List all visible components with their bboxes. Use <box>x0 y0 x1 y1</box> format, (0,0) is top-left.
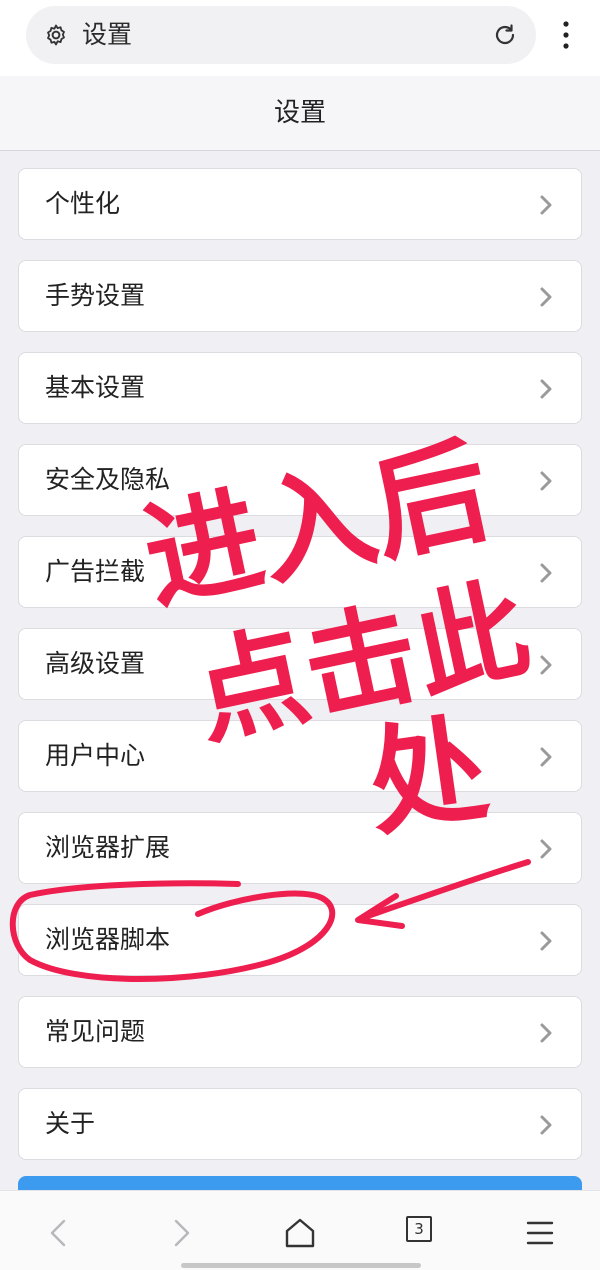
settings-item-label: 浏览器脚本 <box>45 925 171 954</box>
settings-item-gestures[interactable]: 手势设置 <box>18 260 582 332</box>
settings-item-about[interactable]: 关于 <box>18 1088 582 1160</box>
chevron-right-icon <box>540 747 552 767</box>
chevron-right-icon <box>540 655 552 675</box>
settings-item-label: 手势设置 <box>45 281 146 310</box>
chevron-right-icon <box>540 1115 552 1135</box>
settings-item-label: 安全及隐私 <box>45 465 171 494</box>
settings-item-label: 基本设置 <box>45 373 146 402</box>
settings-item-faq[interactable]: 常见问题 <box>18 996 582 1068</box>
settings-item-label: 个性化 <box>45 189 121 218</box>
chevron-right-icon <box>540 379 552 399</box>
gear-icon <box>47 24 65 46</box>
chevron-right-icon <box>540 839 552 859</box>
page-title: 设置 <box>273 98 326 128</box>
settings-item-label: 浏览器扩展 <box>45 833 171 862</box>
hamburger-menu-icon[interactable] <box>522 1215 558 1251</box>
gesture-home-indicator <box>181 1263 421 1268</box>
settings-item-user-center[interactable]: 用户中心 <box>18 720 582 792</box>
settings-list: 个性化 手势设置 基本设置 安全及隐私 广告拦截 高级设置 用户中心 浏览器扩展… <box>18 168 582 1180</box>
page-header: 设置 <box>0 76 600 151</box>
more-vertical-icon[interactable] <box>556 18 576 52</box>
reload-icon[interactable] <box>492 22 518 48</box>
chevron-right-icon <box>540 1023 552 1043</box>
settings-item-label: 关于 <box>45 1109 96 1138</box>
home-icon[interactable] <box>282 1215 318 1251</box>
bottom-navigation-bar: 3 <box>0 1190 600 1270</box>
settings-item-label: 常见问题 <box>45 1017 146 1046</box>
back-icon[interactable] <box>42 1215 78 1251</box>
browser-toolbar: 设置 <box>0 0 600 76</box>
chevron-right-icon <box>540 195 552 215</box>
chevron-right-icon <box>540 287 552 307</box>
settings-item-security-privacy[interactable]: 安全及隐私 <box>18 444 582 516</box>
chevron-right-icon <box>540 471 552 491</box>
address-bar[interactable]: 设置 <box>26 6 536 64</box>
tab-count-button[interactable]: 3 <box>406 1216 432 1242</box>
settings-item-browser-scripts[interactable]: 浏览器脚本 <box>18 904 582 976</box>
settings-item-label: 高级设置 <box>45 649 146 678</box>
settings-item-advanced[interactable]: 高级设置 <box>18 628 582 700</box>
settings-item-basic[interactable]: 基本设置 <box>18 352 582 424</box>
address-text: 设置 <box>82 20 133 49</box>
settings-item-ad-block[interactable]: 广告拦截 <box>18 536 582 608</box>
settings-item-personalization[interactable]: 个性化 <box>18 168 582 240</box>
settings-item-label: 用户中心 <box>45 741 146 770</box>
settings-item-browser-extensions[interactable]: 浏览器扩展 <box>18 812 582 884</box>
forward-icon[interactable] <box>162 1215 198 1251</box>
settings-item-label: 广告拦截 <box>45 557 146 586</box>
chevron-right-icon <box>540 931 552 951</box>
chevron-right-icon <box>540 563 552 583</box>
